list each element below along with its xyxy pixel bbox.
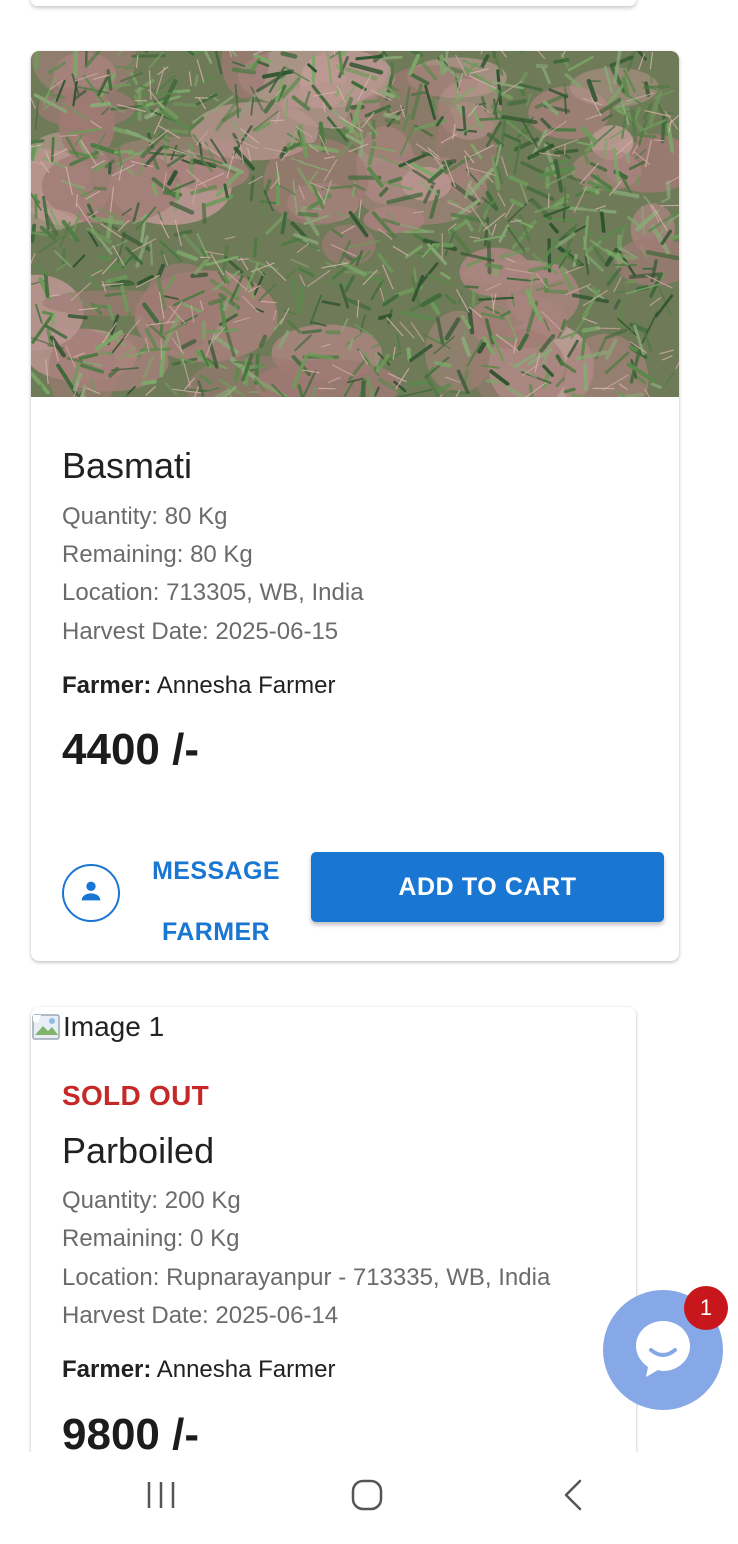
product-name: Basmati bbox=[62, 445, 193, 486]
product-card: Basmati Quantity: 80 Kg Remaining: 80 Kg… bbox=[31, 51, 679, 961]
harvest-date-text: Harvest Date: 2025-06-15 bbox=[62, 618, 339, 645]
farmer-info: Farmer: Annesha Farmer bbox=[62, 671, 335, 701]
previous-card-edge bbox=[31, 0, 636, 6]
location-text: Location: 713305, WB, India bbox=[62, 579, 364, 606]
quantity-text: Quantity: 80 Kg bbox=[62, 503, 228, 530]
remaining-text: Remaining: 0 Kg bbox=[62, 1225, 240, 1252]
product-list: Basmati Quantity: 80 Kg Remaining: 80 Kg… bbox=[0, 0, 738, 1452]
sold-out-badge: SOLD OUT bbox=[62, 1080, 210, 1111]
back-icon bbox=[561, 1478, 585, 1517]
message-farmer-button[interactable]: MESSAGE FARMER bbox=[143, 841, 289, 961]
product-photo: Image 1 bbox=[31, 1011, 164, 1043]
home-button[interactable] bbox=[337, 1472, 397, 1522]
recent-apps-icon bbox=[144, 1480, 178, 1515]
system-nav-bar bbox=[0, 1452, 738, 1544]
location-text: Location: Rupnarayanpur - 713335, WB, In… bbox=[62, 1264, 551, 1291]
price: 4400 /- bbox=[62, 725, 199, 774]
price: 9800 /- bbox=[62, 1410, 199, 1452]
product-photo bbox=[31, 51, 679, 397]
broken-image-icon bbox=[31, 1011, 63, 1043]
farmer-info: Farmer: Annesha Farmer bbox=[62, 1355, 335, 1385]
chat-bubble-icon bbox=[632, 1317, 694, 1384]
product-name: Parboiled bbox=[62, 1130, 215, 1171]
farmer-profile-button[interactable] bbox=[62, 864, 120, 922]
quantity-text: Quantity: 200 Kg bbox=[62, 1187, 241, 1214]
person-icon bbox=[77, 877, 105, 910]
add-to-cart-button[interactable]: ADD TO CART bbox=[311, 852, 664, 922]
product-card: Image 1 SOLD OUT Parboiled Quantity: 200… bbox=[31, 1007, 636, 1452]
image-alt-text: Image 1 bbox=[63, 1011, 165, 1042]
farmer-name: Annesha Farmer bbox=[156, 1356, 336, 1383]
harvest-date-text: Harvest Date: 2025-06-14 bbox=[62, 1302, 339, 1329]
farmer-label: Farmer: bbox=[62, 1356, 152, 1383]
remaining-text: Remaining: 80 Kg bbox=[62, 541, 253, 568]
back-button[interactable] bbox=[543, 1472, 603, 1522]
farmer-label: Farmer: bbox=[62, 672, 152, 699]
home-icon bbox=[350, 1478, 384, 1517]
recent-apps-button[interactable] bbox=[131, 1472, 191, 1522]
farmer-name: Annesha Farmer bbox=[156, 672, 336, 699]
unread-count-badge: 1 bbox=[684, 1286, 728, 1330]
